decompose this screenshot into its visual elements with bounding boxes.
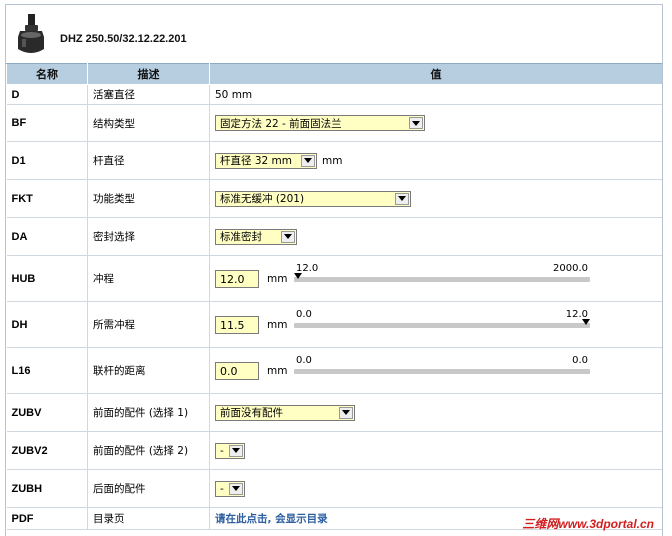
param-description: 所需冲程 — [87, 301, 210, 348]
column-header-name: 名称 — [6, 63, 88, 85]
param-value-cell: 0.0 mm 0.0 0.0 — [209, 347, 662, 394]
zubh-select[interactable]: - — [215, 480, 245, 497]
param-description: 冲程 — [87, 255, 210, 302]
chevron-down-icon[interactable] — [301, 154, 315, 167]
l16-slider[interactable]: 0.0 0.0 — [292, 355, 592, 377]
slider-thumb[interactable] — [294, 273, 302, 279]
slider-min-label: 0.0 — [296, 309, 312, 320]
chevron-down-icon[interactable] — [395, 192, 409, 205]
zubv2-select[interactable]: - — [215, 442, 245, 459]
l16-input[interactable]: 0.0 — [215, 361, 259, 380]
param-description: 活塞直径 — [87, 84, 210, 105]
param-description: 前面的配件 (选择 2) — [87, 431, 210, 470]
param-description: 后面的配件 — [87, 469, 210, 508]
param-description: 密封选择 — [87, 217, 210, 256]
product-header: DHZ 250.50/32.12.22.201 — [6, 5, 662, 63]
table-row: DA 密封选择 标准密封 — [6, 217, 662, 256]
watermark-text: 三维网www.3dportal.cn — [522, 517, 654, 531]
table-row: D1 杆直径 杆直径 32 mm mm — [6, 141, 662, 180]
table-row: DH 所需冲程 11.5 mm 0.0 12.0 — [6, 301, 662, 348]
select-value: - — [220, 444, 224, 457]
param-name: HUB — [6, 255, 88, 302]
parameter-table: 名称 描述 值 D 活塞直径 50 mm BF 结构类型 固定方法 22 - 前… — [6, 63, 662, 530]
hub-slider[interactable]: 12.0 2000.0 — [292, 263, 592, 285]
unit-label: mm — [267, 272, 288, 285]
param-name: D — [6, 84, 88, 105]
table-header-row: 名称 描述 值 — [6, 63, 662, 85]
chevron-down-icon[interactable] — [409, 117, 423, 129]
slider-track[interactable] — [294, 277, 590, 282]
param-description: 前面的配件 (选择 1) — [87, 393, 210, 432]
param-value-cell: - — [209, 431, 662, 470]
param-description: 杆直径 — [87, 141, 210, 180]
param-name: ZUBV — [6, 393, 88, 432]
table-row: FKT 功能类型 标准无缓冲 (201) — [6, 179, 662, 218]
param-description: 目录页 — [87, 507, 210, 530]
select-value: 固定方法 22 - 前面固法兰 — [220, 117, 342, 130]
param-name: DH — [6, 301, 88, 348]
d1-select[interactable]: 杆直径 32 mm — [215, 152, 317, 169]
zubv-select[interactable]: 前面没有配件 — [215, 404, 355, 421]
param-value-cell: 固定方法 22 - 前面固法兰 — [209, 104, 662, 142]
param-description: 功能类型 — [87, 179, 210, 218]
dh-slider[interactable]: 0.0 12.0 — [292, 309, 592, 331]
select-value: - — [220, 482, 224, 495]
chevron-down-icon[interactable] — [339, 406, 353, 419]
slider-thumb[interactable] — [582, 319, 590, 325]
slider-max-label: 0.0 — [572, 355, 588, 366]
param-name: DA — [6, 217, 88, 256]
param-value-cell: 前面没有配件 — [209, 393, 662, 432]
param-value-cell: 12.0 mm 12.0 2000.0 — [209, 255, 662, 302]
catalog-link[interactable]: 请在此点击, 会显示目录 — [215, 513, 328, 525]
param-value-cell: 标准无缓冲 (201) — [209, 179, 662, 218]
chevron-down-icon[interactable] — [229, 482, 243, 495]
table-row: D 活塞直径 50 mm — [6, 84, 662, 105]
table-row: ZUBV2 前面的配件 (选择 2) - — [6, 431, 662, 470]
bf-select[interactable]: 固定方法 22 - 前面固法兰 — [215, 115, 425, 131]
table-row: BF 结构类型 固定方法 22 - 前面固法兰 — [6, 104, 662, 142]
unit-label: mm — [267, 318, 288, 331]
param-description: 联杆的距离 — [87, 347, 210, 394]
chevron-down-icon[interactable] — [229, 444, 243, 457]
da-select[interactable]: 标准密封 — [215, 228, 297, 245]
param-description: 结构类型 — [87, 104, 210, 142]
param-value: 50 mm — [209, 84, 662, 105]
param-value-cell: - — [209, 469, 662, 508]
select-value: 杆直径 32 mm — [220, 155, 292, 167]
param-name: ZUBV2 — [6, 431, 88, 470]
unit-label: mm — [267, 364, 288, 377]
param-name: L16 — [6, 347, 88, 394]
param-name: FKT — [6, 179, 88, 218]
table-row: HUB 冲程 12.0 mm 12.0 2000.0 — [6, 255, 662, 302]
param-name: BF — [6, 104, 88, 142]
fkt-select[interactable]: 标准无缓冲 (201) — [215, 190, 411, 207]
select-value: 标准密封 — [220, 231, 262, 243]
param-value-cell: 杆直径 32 mm mm — [209, 141, 662, 180]
table-row: L16 联杆的距离 0.0 mm 0.0 0.0 — [6, 347, 662, 394]
column-header-value: 值 — [209, 63, 662, 85]
param-name: D1 — [6, 141, 88, 180]
chevron-down-icon[interactable] — [281, 230, 295, 243]
param-name: PDF — [6, 507, 88, 530]
param-name: ZUBH — [6, 469, 88, 508]
product-panel: DHZ 250.50/32.12.22.201 名称 描述 值 D 活塞直径 5… — [5, 4, 663, 536]
product-title: DHZ 250.50/32.12.22.201 — [60, 33, 187, 45]
slider-min-label: 0.0 — [296, 355, 312, 366]
hub-input[interactable]: 12.0 — [215, 269, 259, 288]
param-value-cell: 标准密封 — [209, 217, 662, 256]
slider-track[interactable] — [294, 369, 590, 374]
cylinder-icon — [18, 14, 44, 53]
table-row: ZUBV 前面的配件 (选择 1) 前面没有配件 — [6, 393, 662, 432]
slider-track[interactable] — [294, 323, 590, 328]
select-value: 标准无缓冲 (201) — [220, 193, 305, 205]
dh-input[interactable]: 11.5 — [215, 315, 259, 334]
table-row: ZUBH 后面的配件 - — [6, 469, 662, 508]
select-value: 前面没有配件 — [220, 407, 283, 419]
slider-max-label: 2000.0 — [553, 263, 588, 274]
param-value-cell: 11.5 mm 0.0 12.0 — [209, 301, 662, 348]
column-header-description: 描述 — [87, 63, 210, 85]
unit-label: mm — [322, 154, 343, 167]
